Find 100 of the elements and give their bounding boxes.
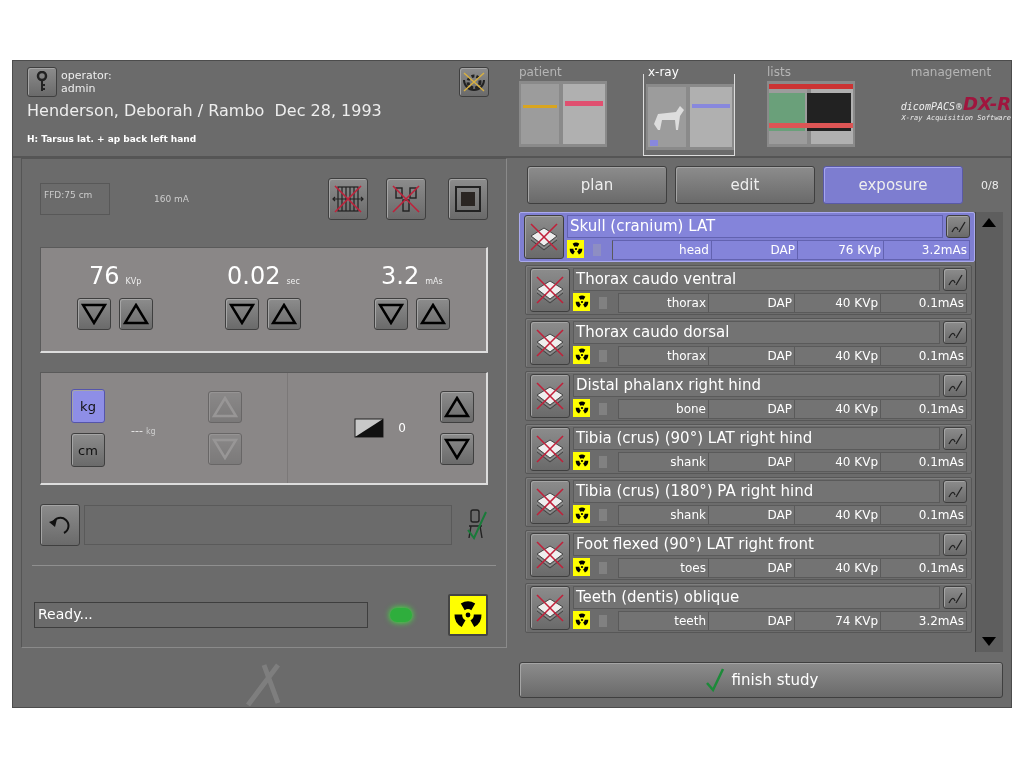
kv-cell: 40 KVp (795, 452, 881, 472)
kv-cell: 40 KVp (795, 293, 881, 313)
key-button[interactable] (27, 67, 57, 97)
exam-image-button[interactable] (530, 268, 570, 312)
exam-image-button[interactable] (530, 586, 570, 630)
edit-button[interactable] (943, 427, 967, 450)
patient-name: Henderson, Deborah / Rambo Dec 28, 1993 (27, 101, 383, 120)
crossed-gear-icon (461, 70, 487, 94)
radiation-icon (567, 240, 584, 258)
edit-button[interactable] (943, 374, 967, 397)
increase-button[interactable] (415, 298, 450, 330)
down-triangle-icon (377, 303, 404, 325)
logo-product: DX-R (963, 93, 1011, 114)
up-triangle-icon (211, 396, 238, 418)
screen-thumbnail[interactable] (646, 84, 734, 150)
edit-button[interactable] (943, 321, 967, 344)
increase-button[interactable] (119, 298, 154, 330)
exam-row[interactable]: Distal phalanx right hind bone DAP 40 KVp 0.1mAs (525, 371, 972, 421)
tab[interactable]: edit (675, 166, 815, 204)
settings-button[interactable] (459, 67, 489, 97)
parameter-unit: sec (286, 277, 300, 286)
region-cell: head (612, 240, 712, 260)
pen-icon (947, 431, 963, 446)
density-icon (354, 416, 385, 440)
screen-thumbnail[interactable] (519, 81, 607, 147)
edit-button[interactable] (943, 586, 967, 609)
undo-button[interactable] (40, 504, 80, 546)
dose-cell: DAP (709, 611, 795, 631)
mas-cell: 0.1mAs (881, 399, 967, 419)
edit-button[interactable] (946, 215, 970, 238)
kv-cell: 76 KVp (798, 240, 884, 260)
exam-row[interactable]: Foot flexed (90°) LAT right front toes DAP 40 KVp 0.1mAs (525, 530, 972, 580)
exposure-count: 0/8 (981, 178, 999, 192)
exam-image-button[interactable] (530, 480, 570, 524)
pen-icon (947, 325, 963, 340)
exam-row[interactable]: Tibia (crus) (180°) PA right hind shank DAP 40 KVp 0.1mAs (525, 477, 972, 527)
nav-label[interactable]: management (910, 65, 992, 79)
exam-row[interactable]: Thorax caudo dorsal thorax DAP 40 KVp 0.1mAs (525, 318, 972, 368)
exam-row[interactable]: Tibia (crus) (90°) LAT right hind shank DAP 40 KVp 0.1mAs (525, 424, 972, 474)
increase-button[interactable] (440, 391, 474, 423)
edit-button[interactable] (943, 268, 967, 291)
radiation-icon (573, 558, 590, 576)
exam-image-button[interactable] (530, 533, 570, 577)
parameter-unit: KVp (125, 277, 142, 286)
screen-thumbnail[interactable] (767, 81, 855, 147)
mas-cell: 0.1mAs (881, 452, 967, 472)
up-triangle-icon (444, 396, 470, 418)
nav-label[interactable]: lists (767, 65, 859, 79)
parameter-unit: mAs (425, 277, 443, 286)
registered-mark: ® (955, 103, 963, 112)
stop-button[interactable] (448, 178, 488, 220)
size-unit: kg (145, 426, 156, 436)
decrease-button[interactable] (373, 298, 408, 330)
exam-title: Teeth (dentis) oblique (573, 586, 940, 609)
parameter-value: 76 (89, 262, 120, 290)
operator-label: operator: (61, 69, 113, 82)
radiation-icon (573, 293, 590, 311)
up-triangle-icon (419, 303, 446, 325)
kv-cell: 40 KVp (795, 346, 881, 366)
tab[interactable]: plan (527, 166, 667, 204)
edit-button[interactable] (943, 480, 967, 503)
decrease-button[interactable] (225, 298, 260, 330)
chair-check-icon (464, 508, 488, 542)
exam-image-button[interactable] (530, 374, 570, 418)
exam-row[interactable]: Skull (cranium) LAT head DAP 76 KVp 3.2mAs (519, 212, 975, 262)
exam-row[interactable]: Teeth (dentis) oblique teeth DAP 74 KVp 3.2mAs (525, 583, 972, 633)
pen-icon (947, 272, 963, 287)
dose-cell: DAP (709, 399, 795, 419)
exam-title: Thorax caudo ventral (573, 268, 940, 291)
unit-button[interactable]: cm (71, 433, 105, 467)
exposure-button[interactable] (448, 594, 488, 636)
size-value: --- (131, 423, 143, 437)
mas-cell: 0.1mAs (881, 505, 967, 525)
status-field: Ready... (34, 602, 368, 628)
exam-image-button[interactable] (530, 427, 570, 471)
finish-study-button[interactable]: finish study (519, 662, 1003, 698)
operator-name: admin (61, 82, 97, 95)
mas-cell: 0.1mAs (881, 346, 967, 366)
decrease-button[interactable] (77, 298, 112, 330)
decrease-button[interactable] (440, 433, 474, 465)
mas-cell: 0.1mAs (881, 293, 967, 313)
kv-cell: 74 KVp (795, 611, 881, 631)
edit-button[interactable] (943, 533, 967, 556)
nav-label[interactable]: patient (519, 65, 611, 79)
increase-button[interactable] (267, 298, 302, 330)
unit-button[interactable]: kg (71, 389, 105, 423)
grid-button[interactable] (328, 178, 368, 220)
radiation-icon (573, 505, 590, 523)
region-cell: thorax (618, 346, 709, 366)
mas-cell: 0.1mAs (881, 558, 967, 578)
dose-cell: DAP (712, 240, 798, 260)
stop-icon (455, 186, 481, 212)
tab[interactable]: exposure (823, 166, 963, 204)
exam-title: Tibia (crus) (180°) PA right hind (573, 480, 940, 503)
up-triangle-icon (271, 303, 298, 325)
exam-image-button[interactable] (530, 321, 570, 365)
exam-image-button[interactable] (524, 215, 564, 259)
scrollbar[interactable] (975, 212, 1003, 652)
collimator-button[interactable] (386, 178, 426, 220)
exam-row[interactable]: Thorax caudo ventral thorax DAP 40 KVp 0.1mAs (525, 265, 972, 315)
